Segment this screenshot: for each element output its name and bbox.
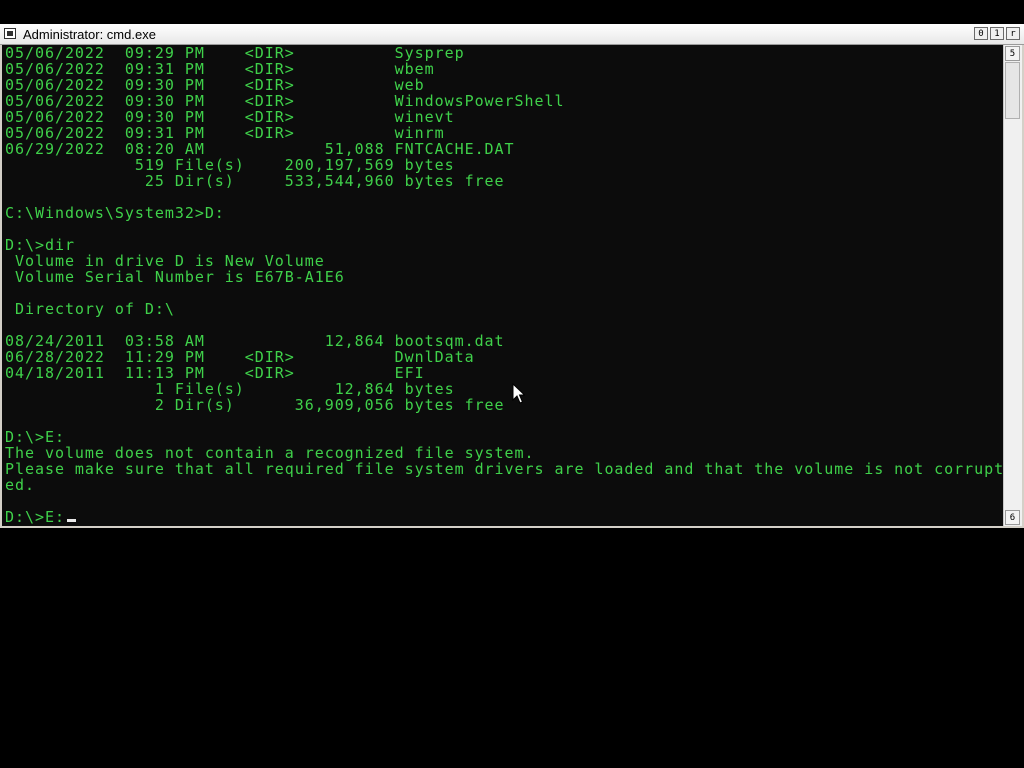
scroll-up-button[interactable]: 5	[1005, 46, 1020, 61]
maximize-button[interactable]: 1	[990, 27, 1004, 40]
mouse-pointer-icon	[512, 383, 525, 404]
console-output[interactable]: 05/06/2022 09:29 PM <DIR> Sysprep 05/06/…	[2, 45, 1003, 526]
cmd-window[interactable]: Administrator: cmd.exe 0 1 r 05/06/2022 …	[0, 24, 1024, 528]
close-button[interactable]: r	[1006, 27, 1020, 40]
console-text: 05/06/2022 09:29 PM <DIR> Sysprep 05/06/…	[2, 45, 1003, 525]
scroll-thumb[interactable]	[1005, 62, 1020, 119]
console-history: 05/06/2022 09:29 PM <DIR> Sysprep 05/06/…	[5, 45, 1003, 494]
title-bar[interactable]: Administrator: cmd.exe 0 1 r	[0, 24, 1024, 45]
system-menu-icon[interactable]	[4, 28, 16, 39]
text-cursor	[66, 519, 76, 522]
minimize-button[interactable]: 0	[974, 27, 988, 40]
command-prompt: D:\>E:	[5, 508, 65, 526]
caption-buttons: 0 1 r	[972, 27, 1020, 40]
window-title: Administrator: cmd.exe	[23, 27, 156, 42]
scroll-down-button[interactable]: 6	[1005, 510, 1020, 525]
vertical-scrollbar[interactable]: 5 6	[1003, 45, 1022, 526]
